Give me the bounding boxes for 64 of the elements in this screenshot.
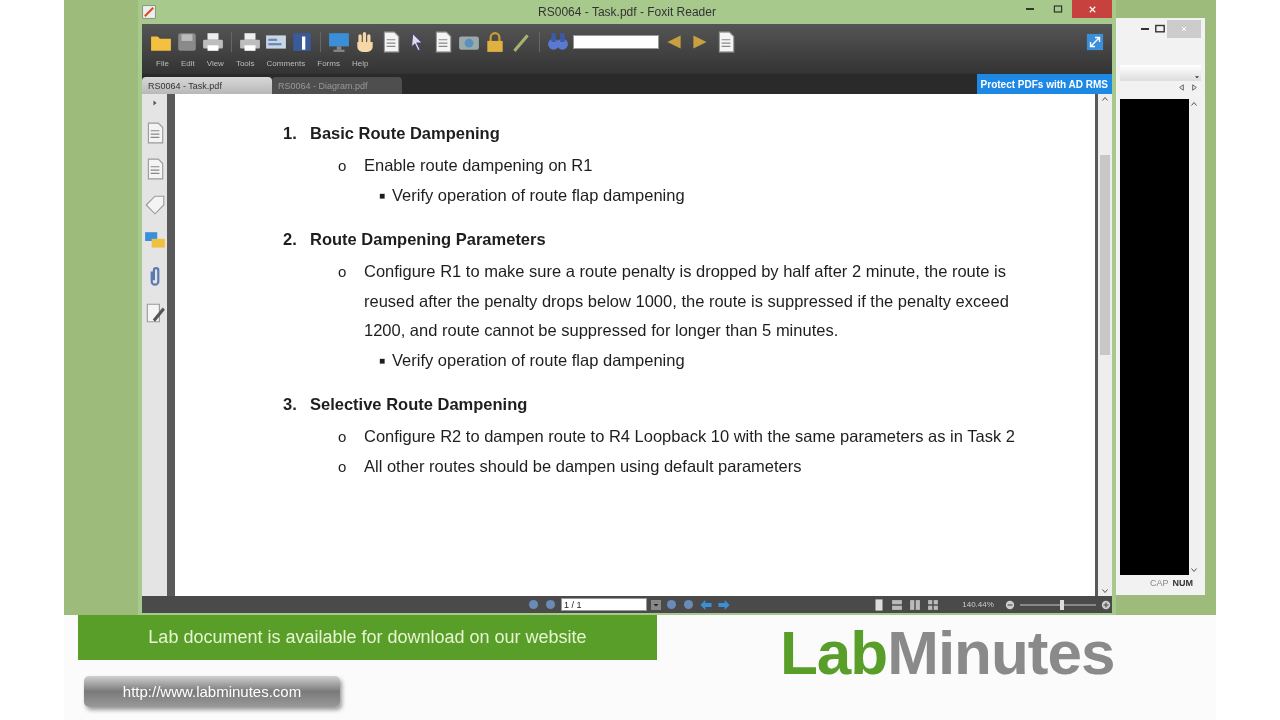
zoom-in-icon[interactable] bbox=[1100, 598, 1112, 611]
printer-icon[interactable] bbox=[239, 31, 261, 53]
grid-icon[interactable] bbox=[926, 597, 941, 612]
bullet: o bbox=[338, 262, 348, 282]
window-title: RS0064 - Task.pdf - Foxit Reader bbox=[538, 5, 716, 19]
scrollbar-thumb[interactable] bbox=[1100, 155, 1110, 355]
maximize-icon bbox=[1052, 3, 1064, 15]
list-number: 1. bbox=[283, 124, 298, 143]
square-icon[interactable] bbox=[291, 31, 313, 53]
close-icon bbox=[1179, 24, 1189, 34]
menu-item[interactable]: File bbox=[156, 59, 169, 68]
dropdown-icon bbox=[1193, 73, 1201, 81]
left-arrow-icon[interactable] bbox=[1177, 83, 1186, 92]
scroll-down-icon[interactable] bbox=[1189, 565, 1199, 575]
status-indicator: CAP bbox=[1150, 578, 1169, 588]
section-heading: Route Dampening Parameters bbox=[310, 230, 546, 249]
right-arrow-icon[interactable] bbox=[1190, 83, 1199, 92]
menu-item[interactable]: Tools bbox=[235, 59, 255, 68]
bullet: o bbox=[338, 427, 348, 447]
hand-icon[interactable] bbox=[354, 31, 376, 53]
minimize-icon bbox=[1026, 8, 1034, 10]
zoom-level: 140.44% bbox=[962, 600, 994, 609]
promo-banner[interactable]: Protect PDFs with AD RMS bbox=[976, 74, 1112, 94]
menu-item[interactable]: Comments bbox=[266, 59, 306, 68]
menu-item[interactable]: Help bbox=[351, 59, 369, 68]
binoculars-icon[interactable] bbox=[547, 31, 569, 53]
facing-icon[interactable] bbox=[908, 597, 923, 612]
list-number: 2. bbox=[283, 230, 298, 249]
continuous-icon[interactable] bbox=[890, 597, 905, 612]
menu-item[interactable]: Edit bbox=[180, 59, 195, 68]
zoom-slider[interactable] bbox=[1059, 599, 1064, 610]
menu-item[interactable]: Forms bbox=[317, 59, 340, 68]
lock-icon[interactable] bbox=[484, 31, 506, 53]
section-heading: Selective Route Dampening bbox=[310, 395, 528, 414]
website-link[interactable]: http://www.labminutes.com bbox=[84, 676, 340, 707]
pen-icon[interactable] bbox=[510, 31, 532, 53]
list-text: Configure R1 to make sure a route penalty is dropped by half after 2 minute, the route is reused after the penalty drops below 1000, the route is suppressed if the penalty exceed 1200, and route cannot be suppressed for longer than 5 minutes. bbox=[364, 261, 1010, 341]
bullet: o bbox=[338, 456, 348, 477]
section-heading: Basic Route Dampening bbox=[310, 124, 500, 143]
fullscreen-icon[interactable] bbox=[1086, 33, 1104, 51]
scroll-down-icon[interactable] bbox=[1100, 586, 1110, 596]
download-banner: Lab document is available for download on our website bbox=[78, 615, 657, 660]
bullet: ■ bbox=[379, 353, 387, 368]
search-field[interactable] bbox=[573, 35, 659, 49]
menu-item[interactable]: View bbox=[206, 59, 224, 68]
document-tab[interactable]: RS0064 - Task.pdf bbox=[142, 77, 272, 94]
list-text: Configure R2 to dampen route to R4 Loopback 10 with the same parameters as in Task 2 bbox=[364, 426, 1015, 447]
monitor-icon[interactable] bbox=[328, 31, 350, 53]
printer-icon[interactable] bbox=[202, 31, 224, 53]
list-text: Enable route dampening on R1 bbox=[364, 155, 593, 176]
list-text: Verify operation of route flap dampening bbox=[392, 184, 685, 206]
list-text: Verify operation of route flap dampening bbox=[392, 349, 685, 371]
bullet: o bbox=[338, 156, 348, 176]
app-icon[interactable] bbox=[142, 5, 156, 19]
zoom-out-icon[interactable] bbox=[1003, 598, 1016, 611]
list-number: 3. bbox=[283, 395, 298, 414]
list-text: All other routes should be dampen using default parameters bbox=[364, 455, 802, 477]
bullet: ■ bbox=[379, 188, 387, 203]
page-field[interactable]: 1 / 1 bbox=[561, 598, 647, 611]
dropdown-icon[interactable] bbox=[651, 599, 661, 610]
maximize-icon[interactable] bbox=[1153, 22, 1167, 36]
tag-icon[interactable] bbox=[143, 194, 166, 216]
status-indicator: NUM bbox=[1172, 578, 1193, 588]
logo: LabMinutes bbox=[780, 617, 1115, 688]
